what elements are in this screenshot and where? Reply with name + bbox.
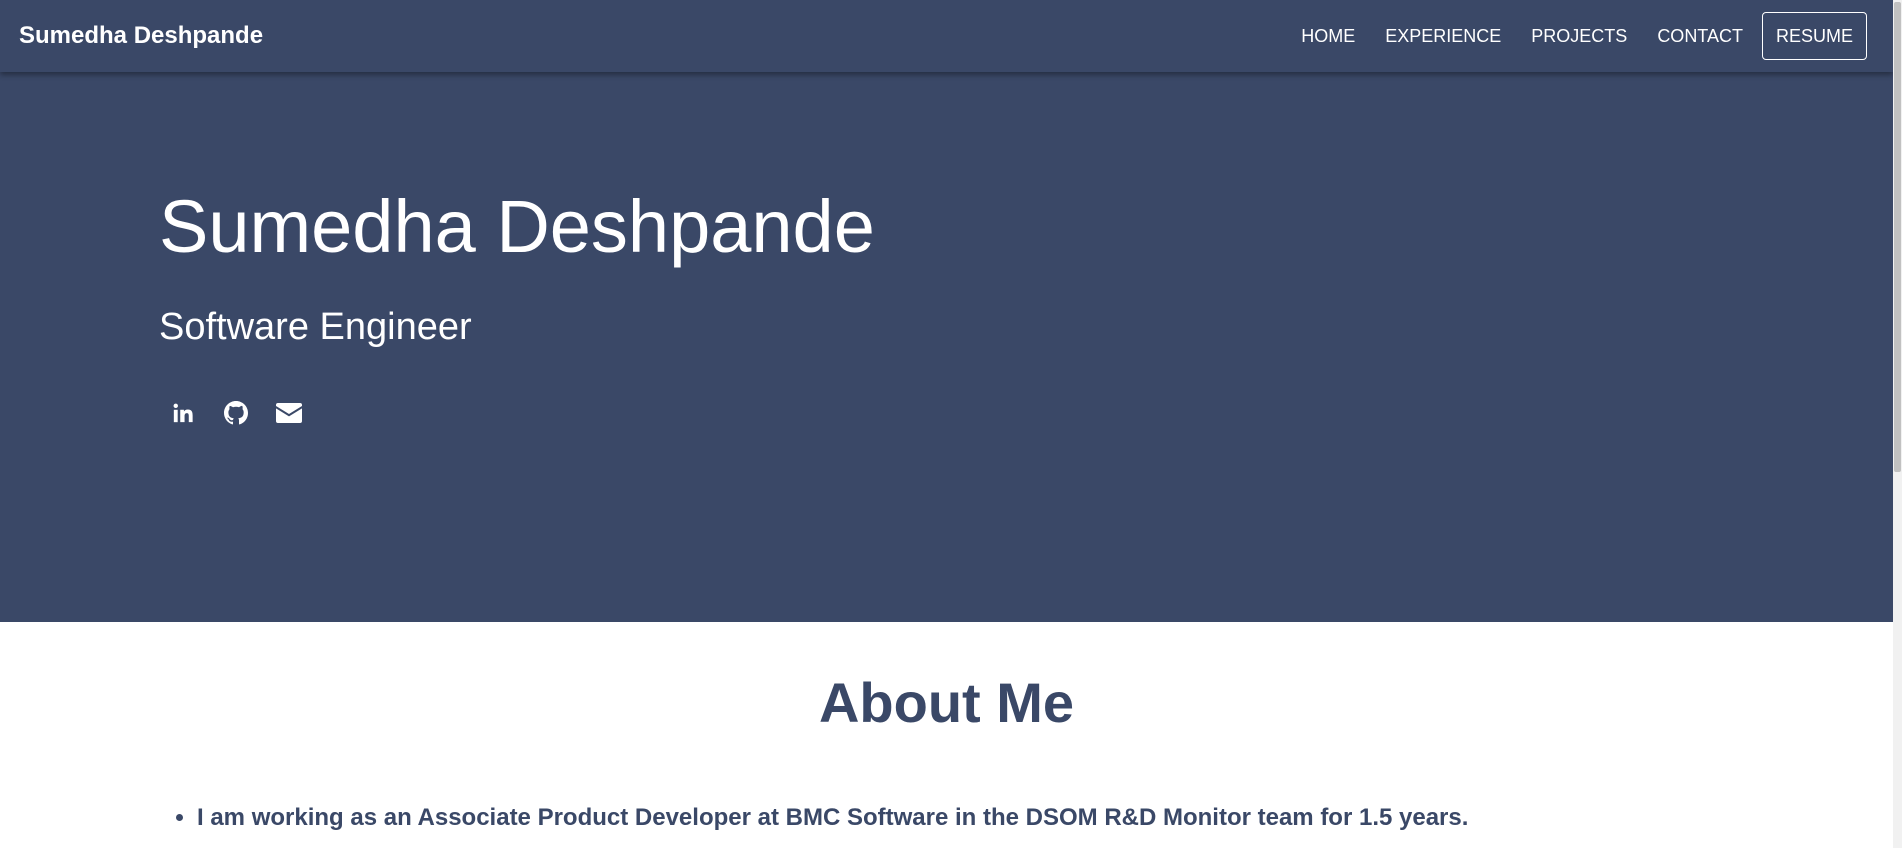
hero-name: Sumedha Deshpande [159, 185, 875, 268]
nav-link-home[interactable]: HOME [1301, 25, 1355, 47]
social-links [166, 396, 325, 430]
page-scrollbar[interactable] [1893, 0, 1902, 848]
nav-link-experience[interactable]: EXPERIENCE [1385, 25, 1501, 47]
email-link[interactable] [272, 396, 306, 430]
hero-title: Software Engineer [159, 306, 472, 348]
envelope-icon [276, 402, 302, 424]
linkedin-icon [172, 402, 194, 424]
hero-section: Sumedha Deshpande Software Engineer [0, 72, 1893, 622]
about-list: I am working as an Associate Product Dev… [159, 800, 1468, 836]
brand-name[interactable]: Sumedha Deshpande [19, 22, 263, 50]
about-item: I am working as an Associate Product Dev… [197, 800, 1468, 836]
page: Sumedha Deshpande HOME EXPERIENCE PROJEC… [0, 0, 1902, 848]
nav-links: HOME EXPERIENCE PROJECTS CONTACT RESUME [1271, 12, 1867, 60]
scrollbar-thumb[interactable] [1894, 2, 1901, 472]
nav-link-contact[interactable]: CONTACT [1657, 25, 1743, 47]
about-heading: About Me [818, 671, 1075, 734]
github-link[interactable] [219, 396, 253, 430]
linkedin-link[interactable] [166, 396, 200, 430]
github-icon [224, 401, 248, 425]
resume-button[interactable]: RESUME [1761, 12, 1867, 60]
navbar: Sumedha Deshpande HOME EXPERIENCE PROJEC… [0, 0, 1893, 72]
nav-link-projects[interactable]: PROJECTS [1531, 25, 1627, 47]
